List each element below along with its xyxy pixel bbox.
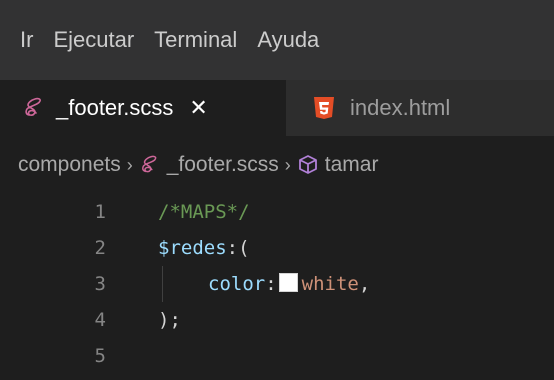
code-closing: ); bbox=[158, 309, 181, 331]
breadcrumb-symbol[interactable]: tamar bbox=[325, 153, 379, 177]
line-number: 2 bbox=[94, 237, 106, 259]
menu-ayuda[interactable]: Ayuda bbox=[257, 0, 319, 80]
breadcrumb: componets › _footer.scss › tamar bbox=[0, 136, 554, 194]
breadcrumb-folder[interactable]: componets bbox=[18, 153, 121, 177]
menu-bar: Ir Ejecutar Terminal Ayuda bbox=[0, 0, 554, 80]
code-line: 4 ); bbox=[0, 302, 554, 338]
chevron-right-icon: › bbox=[126, 154, 133, 175]
editor-tab-bar: _footer.scss ✕ index.html bbox=[0, 80, 554, 136]
code-editor[interactable]: 1 /*MAPS*/ 2 $redes:( 3 color: white, 4 )… bbox=[0, 194, 554, 380]
tab-index-html[interactable]: index.html bbox=[286, 80, 554, 136]
tab-footer-scss[interactable]: _footer.scss ✕ bbox=[0, 80, 286, 136]
indent-guide bbox=[162, 266, 163, 302]
code-punctuation: :( bbox=[226, 237, 250, 259]
line-number: 1 bbox=[94, 201, 106, 223]
chevron-right-icon: › bbox=[284, 154, 291, 175]
menu-ir[interactable]: Ir bbox=[20, 0, 33, 80]
tab-label: index.html bbox=[350, 95, 451, 120]
breadcrumb-file[interactable]: _footer.scss bbox=[167, 153, 279, 177]
code-trailing: , bbox=[358, 273, 371, 295]
tab-label: _footer.scss bbox=[56, 95, 174, 120]
code-colon: : bbox=[265, 273, 277, 295]
code-variable: $redes bbox=[158, 237, 227, 259]
html5-icon bbox=[312, 96, 336, 120]
close-tab-icon[interactable]: ✕ bbox=[189, 95, 207, 121]
code-line: 2 $redes:( bbox=[0, 230, 554, 266]
code-line: 1 /*MAPS*/ bbox=[0, 194, 554, 230]
code-value: white bbox=[301, 273, 359, 295]
code-line: 5 bbox=[0, 338, 554, 374]
line-number: 3 bbox=[94, 273, 106, 295]
line-number: 4 bbox=[94, 309, 106, 331]
menu-terminal[interactable]: Terminal bbox=[154, 0, 237, 80]
code-comment: /*MAPS*/ bbox=[158, 201, 250, 223]
cube-icon bbox=[297, 154, 319, 176]
color-swatch[interactable] bbox=[278, 273, 298, 292]
code-line: 3 color: white, bbox=[0, 266, 554, 302]
code-property: color bbox=[208, 273, 266, 295]
menu-ejecutar[interactable]: Ejecutar bbox=[53, 0, 134, 80]
line-number: 5 bbox=[94, 345, 106, 367]
sass-icon bbox=[22, 96, 46, 120]
sass-icon bbox=[139, 154, 161, 176]
